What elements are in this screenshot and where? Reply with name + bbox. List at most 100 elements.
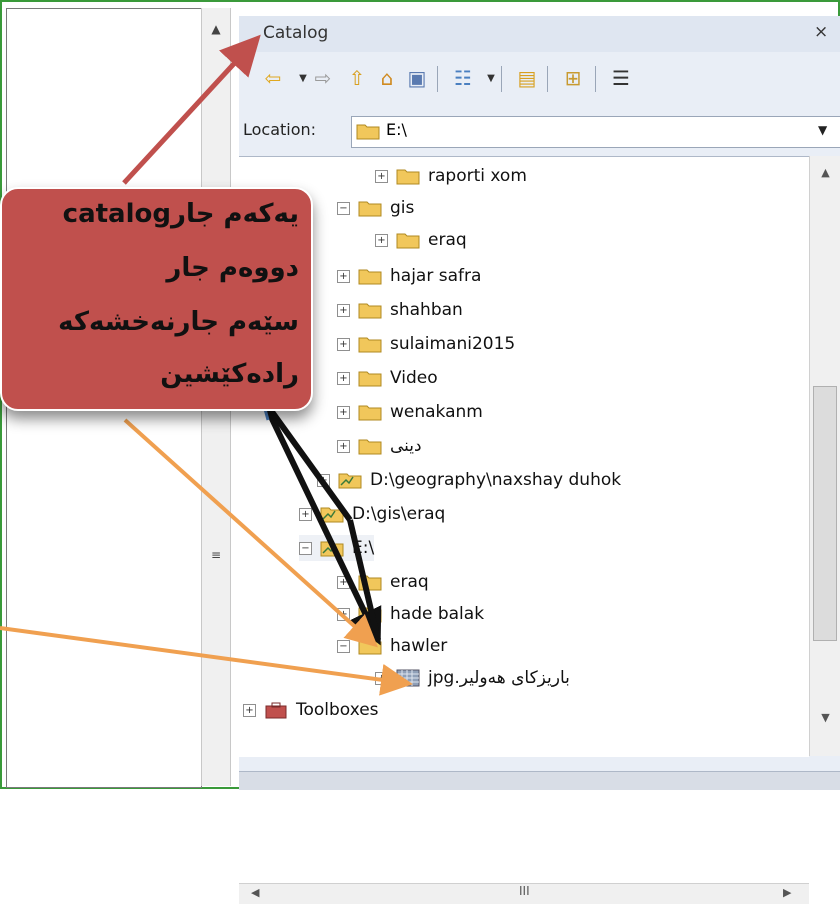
folder-icon	[358, 337, 382, 353]
folder-icon	[358, 405, 382, 421]
expand-icon[interactable]: +	[337, 303, 350, 317]
catalog-toolbar: ⇦ ▼ ⇨ ⇧ ⌂ ▣ ☷ ▼ ▤ ⊞ ☰	[239, 60, 840, 100]
scroll-up-arrow-icon[interactable]: ▲	[202, 22, 230, 36]
catalog-status-bar	[239, 771, 840, 790]
tree-item[interactable]: − gis	[337, 195, 414, 221]
collapse-icon[interactable]: −	[299, 541, 312, 555]
tree-item[interactable]: + Video	[337, 365, 438, 391]
horizontal-scrollbar[interactable]: ◀ III ▶	[239, 883, 809, 904]
folder-icon	[356, 124, 380, 140]
tree-item[interactable]: + hade balak	[337, 601, 484, 627]
tree-item[interactable]: + eraq	[375, 227, 467, 253]
connect-folder-icon[interactable]: ▣	[405, 66, 429, 90]
expand-icon[interactable]: +	[375, 671, 388, 685]
tree-item[interactable]: + D:\gis\eraq	[299, 501, 445, 527]
location-label: Location:	[243, 120, 317, 139]
folder-connection-icon	[320, 541, 344, 557]
expand-icon[interactable]: +	[337, 337, 350, 351]
expand-icon[interactable]: +	[337, 269, 350, 283]
vertical-scrollbar[interactable]: ▲ ▼	[809, 156, 840, 756]
catalog-tree: + raporti xom − gis + eraq + hajar safra…	[239, 156, 809, 904]
folder-icon	[396, 169, 420, 185]
pin-icon[interactable]: ᅟ	[784, 24, 798, 45]
toolbar-separator	[547, 66, 548, 92]
tree-item-label: hajar safra	[390, 266, 482, 286]
tree-item-label: hawler	[390, 636, 448, 656]
catalog-window: Catalog ᅟ × ⇦ ▼ ⇨ ⇧ ⌂ ▣ ☷ ▼ ▤ ⊞ ☰ Locati…	[239, 16, 840, 904]
scroll-right-arrow-icon[interactable]: ▶	[783, 886, 791, 899]
tree-item-label: باریزکای هەولیر.jpg	[428, 668, 570, 688]
folder-icon	[396, 233, 420, 249]
collapse-icon[interactable]: −	[337, 639, 350, 653]
tree-item-label: eraq	[428, 230, 467, 250]
location-dropdown-icon[interactable]: ▼	[818, 123, 827, 137]
expand-icon[interactable]: +	[243, 703, 256, 717]
up-one-level-icon[interactable]: ⇧	[345, 66, 369, 90]
home-icon[interactable]: ⌂	[375, 66, 399, 90]
scroll-up-arrow-icon[interactable]: ▲	[810, 166, 840, 179]
views-icon[interactable]: ☷	[451, 66, 475, 90]
folder-icon	[358, 439, 382, 455]
folder-connection-icon	[338, 473, 362, 489]
scroll-grip-icon[interactable]: III	[519, 884, 530, 898]
tree-item[interactable]: + D:\geography\naxshay duhok	[317, 467, 621, 493]
expand-icon[interactable]: +	[337, 575, 350, 589]
collapse-icon[interactable]: −	[337, 201, 350, 215]
tree-item[interactable]: + shahban	[337, 297, 463, 323]
location-bar: Location: E:\ ▼	[239, 116, 840, 148]
tree-item[interactable]: + sulaimani2015	[337, 331, 515, 357]
expand-icon[interactable]: +	[337, 405, 350, 419]
folder-icon	[358, 303, 382, 319]
tree-item-label: gis	[390, 198, 415, 218]
expand-icon[interactable]: +	[337, 439, 350, 453]
tree-item[interactable]: + eraq	[337, 569, 429, 595]
catalog-titlebar: Catalog ᅟ ×	[239, 16, 840, 52]
toolbar-separator	[501, 66, 502, 92]
toolbox-icon	[265, 702, 287, 719]
folder-connection-icon	[320, 507, 344, 523]
expand-icon[interactable]: +	[337, 371, 350, 385]
toggle-contents-icon[interactable]: ⊞	[561, 66, 585, 90]
tree-item[interactable]: + باریزکای هەولیر.jpg	[375, 665, 570, 691]
tree-item[interactable]: + دینی	[337, 433, 422, 459]
scroll-grip-icon[interactable]: ≡	[202, 548, 230, 562]
tree-item[interactable]: + raporti xom	[375, 163, 527, 189]
tree-item-label: E:\	[352, 538, 375, 558]
expand-icon[interactable]: +	[337, 607, 350, 621]
expand-icon[interactable]: +	[317, 473, 330, 487]
back-arrow-icon[interactable]: ⇦	[261, 66, 285, 90]
close-icon[interactable]: ×	[814, 22, 828, 42]
tree-item-label: Video	[390, 368, 438, 388]
callout-line-2: دووەم جار	[166, 253, 299, 283]
tree-item-label: eraq	[390, 572, 429, 592]
scroll-down-arrow-icon[interactable]: ▼	[810, 711, 840, 724]
callout-line-4: رادەکێشین	[160, 359, 299, 389]
tree-item-label: D:\gis\eraq	[352, 504, 446, 524]
callout-line-1: یەکەم جارcatalog	[62, 199, 299, 229]
folder-icon	[358, 607, 382, 623]
tree-item[interactable]: + hajar safra	[337, 263, 481, 289]
tree-item[interactable]: + wenakanm	[337, 399, 483, 425]
folder-icon	[358, 639, 382, 655]
scroll-thumb[interactable]	[813, 386, 837, 641]
location-field[interactable]: E:\ ▼	[351, 116, 840, 148]
options-icon[interactable]: ☰	[609, 66, 633, 90]
tree-item-selected[interactable]: − E:\	[299, 535, 375, 561]
tree-item-label: shahban	[390, 300, 463, 320]
folder-icon	[358, 371, 382, 387]
folder-icon	[358, 201, 382, 217]
forward-arrow-icon[interactable]: ⇨	[311, 66, 335, 90]
views-dropdown-icon[interactable]: ▼	[479, 66, 503, 90]
tree-item[interactable]: − hawler	[337, 633, 447, 659]
expand-icon[interactable]: +	[375, 233, 388, 247]
callout-line-3: سێەم جارنەخشەکە	[58, 307, 299, 337]
catalog-title: Catalog	[263, 23, 329, 43]
raster-image-icon	[396, 669, 420, 687]
new-folder-icon[interactable]: ▤	[515, 66, 539, 90]
tree-item-label: wenakanm	[390, 402, 483, 422]
tree-item[interactable]: + Toolboxes	[243, 697, 379, 723]
expand-icon[interactable]: +	[299, 507, 312, 521]
scroll-left-arrow-icon[interactable]: ◀	[251, 886, 259, 899]
location-value: E:\	[386, 120, 407, 139]
expand-icon[interactable]: +	[375, 169, 388, 183]
